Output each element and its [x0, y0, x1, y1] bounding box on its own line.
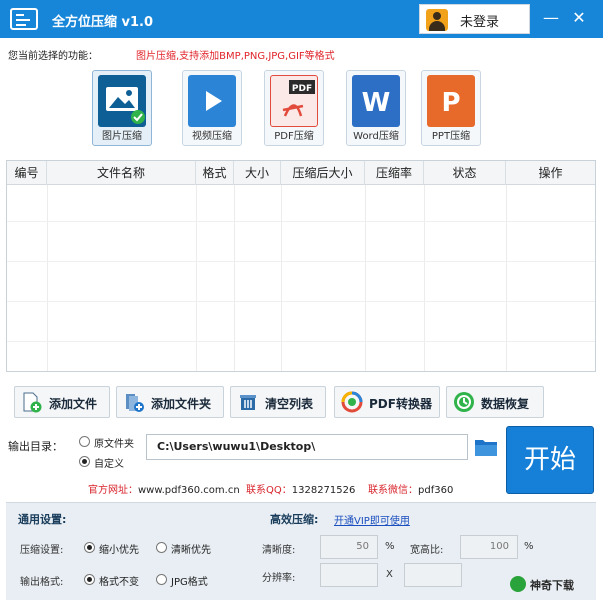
radio-clarity-first[interactable]: [156, 542, 167, 553]
resolution-width-input[interactable]: [320, 563, 378, 587]
folder-icon[interactable]: [474, 437, 498, 457]
login-label: 未登录: [460, 15, 500, 30]
radio-original-folder[interactable]: [79, 436, 90, 447]
function-label: 您当前选择的功能：: [8, 51, 98, 62]
clarity-first-label: 清晰优先: [171, 545, 211, 556]
resolution-label: 分辨率:: [262, 573, 296, 584]
jpg-format-label: JPG格式: [171, 577, 208, 588]
tool-label: 视频压缩: [192, 131, 232, 142]
word-compress-icon: W: [352, 75, 400, 127]
vip-link[interactable]: 开通VIP即可使用: [334, 512, 410, 527]
data-recovery-label: 数据恢复: [481, 397, 530, 411]
clear-list-label: 清空列表: [265, 397, 314, 411]
title-bar: 全方位压缩 v1.0 未登录 — ✕: [0, 0, 603, 38]
column-compressed-size[interactable]: 压缩后大小: [281, 161, 365, 185]
clarity-input[interactable]: 50: [320, 535, 378, 559]
hq-compress-title: 高效压缩:: [270, 513, 319, 526]
leaf-icon: [510, 576, 526, 592]
close-button[interactable]: ✕: [568, 8, 590, 30]
pdf-badge: PDF: [292, 84, 312, 94]
radio-keep-format[interactable]: [84, 574, 95, 585]
tool-label: 图片压缩: [102, 131, 142, 142]
column-size[interactable]: 大小: [234, 161, 281, 185]
column-status[interactable]: 状态: [424, 161, 506, 185]
data-recovery-icon: [454, 392, 474, 412]
tool-label: PDF压缩: [274, 131, 314, 142]
user-icon: [426, 9, 448, 31]
tool-pdf-compress[interactable]: PDF PDF压缩: [264, 70, 324, 146]
general-settings-title: 通用设置:: [18, 513, 67, 526]
watermark-logo: 神奇下载: [510, 572, 600, 596]
ratio-label: 宽高比:: [410, 545, 444, 556]
contact-wechat: 联系微信：pdf360: [368, 485, 454, 496]
ratio-percent: %: [524, 541, 534, 552]
login-button[interactable]: 未登录: [419, 4, 530, 34]
video-compress-icon: [188, 75, 236, 127]
column-action[interactable]: 操作: [506, 161, 595, 185]
pdf-converter-label: PDF转换器: [369, 397, 432, 411]
add-folder-button[interactable]: 添加文件夹: [116, 386, 224, 418]
function-description: 图片压缩,支持添加BMP,PNG,JPG,GIF等格式: [136, 51, 335, 62]
data-recovery-button[interactable]: 数据恢复: [446, 386, 544, 418]
shrink-first-label: 缩小优先: [99, 545, 139, 556]
ppt-letter: P: [441, 88, 460, 118]
add-folder-icon: [126, 394, 144, 412]
tool-ppt-compress[interactable]: P PPT压缩: [421, 70, 481, 146]
original-folder-label: 原文件夹: [94, 439, 134, 450]
minimize-button[interactable]: —: [540, 8, 562, 30]
file-table[interactable]: 编号 文件名称 格式 大小 压缩后大小 压缩率 状态 操作: [6, 160, 596, 372]
watermark-text: 神奇下载: [530, 579, 574, 592]
radio-jpg-format[interactable]: [156, 574, 167, 585]
ppt-compress-icon: P: [427, 75, 475, 127]
custom-folder-label: 自定义: [94, 459, 124, 470]
app-logo-icon: [10, 8, 38, 30]
radio-shrink-first[interactable]: [84, 542, 95, 553]
clear-list-button[interactable]: 清空列表: [230, 386, 326, 418]
column-ratio[interactable]: 压缩率: [365, 161, 424, 185]
output-format-label: 输出格式:: [20, 577, 64, 588]
image-compress-icon: [98, 75, 146, 127]
output-path-input[interactable]: C:\Users\wuwu1\Desktop\: [146, 434, 468, 460]
add-file-label: 添加文件: [49, 397, 98, 411]
clarity-label: 清晰度:: [262, 545, 296, 556]
tool-image-compress[interactable]: 图片压缩: [92, 70, 152, 146]
radio-custom-folder[interactable]: [79, 456, 90, 467]
column-filename[interactable]: 文件名称: [47, 161, 196, 185]
site-url[interactable]: www.pdf360.com.cn: [138, 485, 240, 496]
tool-video-compress[interactable]: 视频压缩: [182, 70, 242, 146]
resolution-height-input[interactable]: [404, 563, 462, 587]
add-folder-label: 添加文件夹: [151, 397, 212, 411]
word-letter: W: [362, 88, 391, 118]
add-file-button[interactable]: 添加文件: [14, 386, 110, 418]
tool-label: Word压缩: [353, 131, 399, 142]
clarity-percent: %: [385, 541, 395, 552]
start-button[interactable]: 开始: [506, 426, 594, 494]
column-id[interactable]: 编号: [7, 161, 47, 185]
tool-label: PPT压缩: [431, 131, 471, 142]
tool-word-compress[interactable]: W Word压缩: [346, 70, 406, 146]
pdf-converter-icon: [341, 391, 363, 413]
output-dir-label: 输出目录：: [8, 440, 63, 453]
pdf-compress-icon: PDF: [270, 75, 318, 127]
compress-setting-label: 压缩设置:: [20, 545, 64, 556]
resolution-times: X: [386, 569, 393, 580]
official-site: 官方网址：www.pdf360.com.cn: [88, 485, 240, 496]
contact-qq: 联系QQ：1328271526: [246, 485, 356, 496]
column-format[interactable]: 格式: [196, 161, 234, 185]
pdf-converter-button[interactable]: PDF转换器: [334, 386, 440, 418]
clear-list-icon: [240, 395, 256, 410]
table-header: 编号 文件名称 格式 大小 压缩后大小 压缩率 状态 操作: [7, 161, 595, 185]
keep-format-label: 格式不变: [99, 577, 139, 588]
settings-panel: 通用设置: 压缩设置: 缩小优先 清晰优先 输出格式: 格式不变 JPG格式 高…: [6, 502, 596, 600]
ratio-input[interactable]: 100: [460, 535, 518, 559]
add-file-icon: [23, 392, 42, 413]
app-title: 全方位压缩 v1.0: [52, 15, 154, 30]
